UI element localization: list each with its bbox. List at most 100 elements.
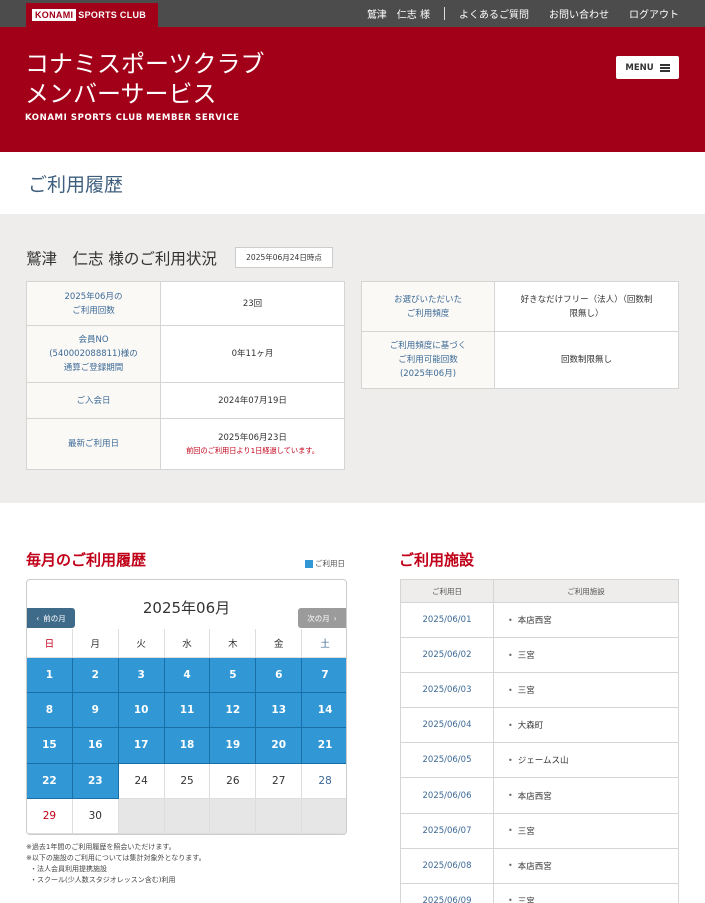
calendar-day-used[interactable]: 15: [27, 728, 73, 764]
label-line: 通算ご登録期間: [63, 363, 124, 373]
logo-text: SPORTS CLUB: [78, 9, 147, 20]
visit-date: 2025/06/06: [401, 778, 494, 814]
calendar-empty-cell: [118, 798, 165, 834]
next-month-label: 次の月: [307, 613, 330, 623]
calendar-day-used[interactable]: 14: [302, 693, 346, 729]
available-count-value: 回数制限無し: [494, 331, 679, 389]
calendar-day-used[interactable]: 4: [164, 658, 211, 694]
page-title: ご利用履歴: [28, 174, 124, 196]
visit-date: 2025/06/04: [401, 708, 494, 744]
note-line: ※以下の施設のご利用については集計対象外となります。: [26, 854, 206, 862]
table-row: 2025/06/01本店西宮: [401, 603, 678, 639]
visit-facility: 本店西宮: [494, 849, 678, 884]
calendar-day[interactable]: 24: [118, 763, 165, 799]
calendar-day-used[interactable]: 11: [164, 693, 211, 729]
calendar-week-row: 1234567: [27, 658, 346, 694]
calendar-day[interactable]: 29: [27, 798, 73, 834]
hamburger-icon: [659, 63, 670, 72]
label-line: ご利用頻度に基づく: [389, 341, 467, 351]
site-subtitle: KONAMI SPORTS CLUB MEMBER SERVICE: [25, 113, 240, 123]
calendar-day-used[interactable]: 12: [210, 693, 257, 729]
usage-calendar: 2025年06月 ‹ 前の月 次の月 › 日 月 火 水 木 金 土 12345…: [26, 579, 347, 835]
table-row: ご利用頻度に基づく ご利用可能回数 (2025年06月) 回数制限無し: [361, 331, 679, 389]
logo-mark: KONAMI: [32, 8, 77, 21]
calendar-day-used[interactable]: 22: [27, 763, 73, 799]
label-line: 2025年06月の: [64, 291, 123, 302]
table-row: 2025年06月の ご利用回数 23回: [26, 281, 345, 326]
table-row: 2025/06/07三宮: [401, 813, 678, 849]
next-month-button[interactable]: 次の月 ›: [298, 608, 346, 628]
calendar-day-used[interactable]: 8: [27, 693, 73, 729]
as-of-date-badge: 2025年06月24日時点: [235, 247, 333, 268]
calendar-day[interactable]: 28: [302, 763, 346, 799]
prev-month-button[interactable]: ‹ 前の月: [27, 608, 75, 628]
monthly-history-title: 毎月のご利用履歴: [26, 551, 147, 569]
calendar-day-used[interactable]: 6: [256, 658, 303, 694]
calendar-day[interactable]: 25: [164, 763, 211, 799]
weekday-mon: 月: [72, 629, 119, 658]
label-line: ご利用頻度: [406, 308, 450, 319]
last-visit-date: 2025年06月23日: [218, 433, 287, 443]
weekday-sat: 土: [302, 629, 346, 658]
calendar-day-used[interactable]: 17: [118, 728, 165, 764]
note-line: ・スクール(少人数スタジオレッスン含む)利用: [30, 876, 176, 884]
monthly-count-value: 23回: [160, 281, 345, 326]
logout-link[interactable]: ログアウト: [629, 6, 679, 21]
table-row: お選びいただいた ご利用頻度 好きなだけフリー（法人）（回数制 限無し）: [361, 281, 679, 332]
konami-sports-club-logo[interactable]: KONAMI SPORTS CLUB: [26, 3, 158, 27]
visit-facility: 本店西宮: [494, 778, 678, 814]
table-row: 2025/06/04大森町: [401, 708, 678, 744]
top-links: 鷲津 仁志 様 よくあるご質問 お問い合わせ ログアウト: [367, 0, 679, 27]
table-row: 会員NO (540002088811)様の 通算ご登録期間 0年11ヶ月: [26, 325, 345, 383]
visit-date: 2025/06/08: [401, 848, 494, 884]
value-line: 限無し）: [569, 308, 604, 319]
registration-period-label: 会員NO (540002088811)様の 通算ご登録期間: [26, 325, 161, 383]
chevron-left-icon: ‹: [36, 613, 40, 623]
history-notes: ※過去1年間のご利用履歴を照会いただけます。 ※以下の施設のご利用については集計…: [26, 842, 206, 886]
calendar-day-used[interactable]: 23: [72, 763, 119, 799]
table-row: 2025/06/05ジェームス山: [401, 743, 678, 779]
calendar-day-used[interactable]: 13: [256, 693, 303, 729]
table-row: 最新ご利用日 2025年06月23日 前回のご利用日より1日経過しています。: [26, 418, 345, 470]
site-title: コナミスポーツクラブ メンバーサービス: [25, 49, 265, 109]
top-bar: KONAMI SPORTS CLUB 鷲津 仁志 様 よくあるご質問 お問い合わ…: [0, 0, 705, 27]
calendar-day-used[interactable]: 5: [210, 658, 257, 694]
calendar-day[interactable]: 30: [72, 798, 119, 834]
calendar-day-used[interactable]: 1: [27, 658, 73, 694]
calendar-day-used[interactable]: 18: [164, 728, 211, 764]
calendar-day[interactable]: 27: [256, 763, 303, 799]
value-line: 好きなだけフリー（法人）（回数制: [520, 294, 653, 305]
calendar-grid: 日 月 火 水 木 金 土 1 2 3 4 5 6 7 8 9 10 11 12 13 14 15 16 17 1…: [27, 629, 346, 834]
visit-facility: 三宮: [494, 673, 678, 709]
calendar-day-used[interactable]: 2: [72, 658, 119, 694]
menu-button[interactable]: MENU: [616, 56, 679, 79]
calendar-week-row: 29 30: [27, 798, 346, 834]
calendar-legend: ご利用日: [305, 558, 345, 569]
facilities-header-row: ご利用日 ご利用施設: [401, 580, 678, 603]
visit-facility: 大森町: [494, 708, 678, 744]
prev-month-label: 前の月: [43, 613, 66, 623]
calendar-day-used[interactable]: 19: [210, 728, 257, 764]
weekday-sun: 日: [27, 629, 73, 658]
contact-link[interactable]: お問い合わせ: [549, 6, 609, 21]
calendar-week-row: 22 23 24 25 26 27 28: [27, 763, 346, 799]
calendar-day-used[interactable]: 21: [302, 728, 346, 764]
calendar-day[interactable]: 26: [210, 763, 257, 799]
calendar-empty-cell: [164, 798, 211, 834]
visit-date: 2025/06/02: [401, 638, 494, 674]
calendar-day-used[interactable]: 3: [118, 658, 165, 694]
calendar-day-used[interactable]: 16: [72, 728, 119, 764]
calendar-day-used[interactable]: 10: [118, 693, 165, 729]
calendar-day-used[interactable]: 7: [302, 658, 346, 694]
monthly-count-label: 2025年06月の ご利用回数: [26, 281, 161, 326]
table-row: 2025/06/06本店西宮: [401, 778, 678, 814]
weekday-row: 日 月 火 水 木 金 土: [27, 629, 346, 658]
menu-label: MENU: [625, 62, 654, 73]
chevron-right-icon: ›: [333, 613, 337, 623]
calendar-day-used[interactable]: 20: [256, 728, 303, 764]
facilities-table: ご利用日 ご利用施設 2025/06/01本店西宮2025/06/02三宮202…: [400, 579, 679, 903]
note-line: ・法人会員利用提携施設: [30, 865, 107, 873]
join-date-label: ご入会日: [26, 382, 161, 419]
calendar-day-used[interactable]: 9: [72, 693, 119, 729]
faq-link[interactable]: よくあるご質問: [459, 6, 529, 21]
